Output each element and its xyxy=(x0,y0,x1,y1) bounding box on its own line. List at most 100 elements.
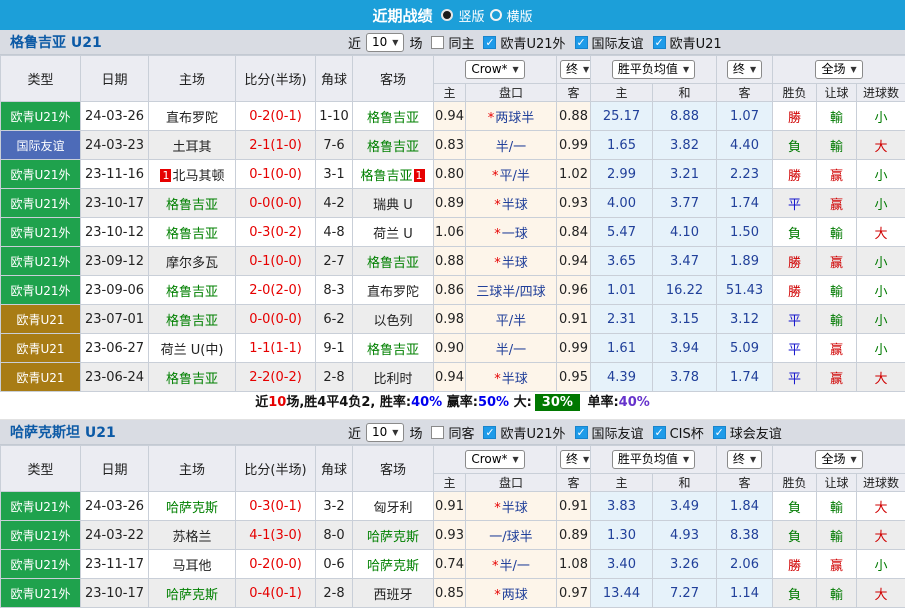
score: 0-3(0-2) xyxy=(236,218,316,247)
match-type-badge: 欧青U21外 xyxy=(1,276,81,305)
comp-label-1[interactable]: 国际友谊 xyxy=(592,33,644,52)
home-team: 格鲁吉亚 xyxy=(149,218,236,247)
match-type-badge: 欧青U21 xyxy=(1,363,81,392)
comp-checkbox-1[interactable]: ✓ xyxy=(575,426,588,439)
away-team: 荷兰 U xyxy=(353,218,434,247)
sub-col-away-odds: 客 xyxy=(557,474,591,492)
handicap: *半球 xyxy=(466,247,557,276)
mean-draw: 3.77 xyxy=(653,189,717,218)
scope-select[interactable]: 全场▼ xyxy=(815,450,862,469)
mean-lose: 51.43 xyxy=(717,276,773,305)
mean-draw: 3.78 xyxy=(653,363,717,392)
comp-checkbox-3[interactable]: ✓ xyxy=(713,426,726,439)
score: 0-1(0-0) xyxy=(236,160,316,189)
corner-score: 4-8 xyxy=(316,218,353,247)
wdl-mean-select[interactable]: 胜平负均值▼ xyxy=(612,450,695,469)
radio-vertical-label[interactable]: 竖版 xyxy=(458,6,484,25)
same-away-label[interactable]: 同客 xyxy=(448,423,474,442)
scope-select[interactable]: 全场▼ xyxy=(815,60,862,79)
red-card-icon: 1 xyxy=(414,169,425,182)
corner-score: 8-3 xyxy=(316,276,353,305)
corner-score: 2-7 xyxy=(316,247,353,276)
chevron-down-icon: ▼ xyxy=(750,452,756,467)
match-count-select[interactable]: 10▼ xyxy=(366,423,404,442)
chevron-down-icon: ▼ xyxy=(583,452,589,467)
wdl-final-select[interactable]: 终▼ xyxy=(727,60,762,79)
asterisk-icon: * xyxy=(494,227,501,242)
asterisk-icon: * xyxy=(494,501,501,516)
score: 0-0(0-0) xyxy=(236,189,316,218)
comp-checkbox-2[interactable]: ✓ xyxy=(653,426,666,439)
score: 0-2(0-1) xyxy=(236,102,316,131)
same-home-checkbox[interactable] xyxy=(431,36,444,49)
same-home-label[interactable]: 同主 xyxy=(448,33,474,52)
odds-final-select[interactable]: 终▼ xyxy=(560,60,591,79)
mean-draw: 7.27 xyxy=(653,579,717,608)
result-goals: 大 xyxy=(857,579,905,608)
same-away-checkbox[interactable] xyxy=(431,426,444,439)
mean-win: 2.99 xyxy=(591,160,653,189)
home-odds: 0.88 xyxy=(434,247,466,276)
radio-horizontal-label[interactable]: 横版 xyxy=(507,6,533,25)
mean-lose: 8.38 xyxy=(717,521,773,550)
comp-label-2[interactable]: 欧青U21 xyxy=(670,33,722,52)
wdl-mean-select[interactable]: 胜平负均值▼ xyxy=(612,60,695,79)
asterisk-icon: * xyxy=(494,198,501,213)
home-team: 格鲁吉亚 xyxy=(149,189,236,218)
score: 0-4(0-1) xyxy=(236,579,316,608)
match-row: 国际友谊24-03-23土耳其2-1(1-0)7-6格鲁吉亚0.83半/一0.9… xyxy=(1,131,905,160)
col-corner: 角球 xyxy=(316,56,353,102)
home-team: 荷兰 U(中) xyxy=(149,334,236,363)
away-team: 格鲁吉亚 xyxy=(353,247,434,276)
comp-label-0[interactable]: 欧青U21外 xyxy=(500,423,565,442)
comp-checkbox-0[interactable]: ✓ xyxy=(483,36,496,49)
home-team: 格鲁吉亚 xyxy=(149,305,236,334)
match-type-badge: 欧青U21 xyxy=(1,334,81,363)
match-type-badge: 欧青U21 xyxy=(1,305,81,334)
comp-label-2[interactable]: CIS杯 xyxy=(670,423,704,442)
home-team: 1北马其顿 xyxy=(149,160,236,189)
match-date: 23-10-17 xyxy=(81,189,149,218)
section-kazakhstan-u21: 哈萨克斯坦 U21 近 10▼ 场 同客 ✓ 欧青U21外 ✓ 国际友谊 ✓ C… xyxy=(0,420,905,608)
corner-score: 0-6 xyxy=(316,550,353,579)
corner-score: 6-2 xyxy=(316,305,353,334)
mean-win: 25.17 xyxy=(591,102,653,131)
sub-col-wdl: 胜负 xyxy=(773,84,817,102)
matches-table-georgia: 类型 日期 主场 比分(半场) 角球 客场 Crow*▼ 终▼ 胜平负均值▼ 终… xyxy=(0,55,905,392)
bookmaker-select[interactable]: Crow*▼ xyxy=(465,60,524,79)
match-count-select[interactable]: 10▼ xyxy=(366,33,404,52)
away-team: 格鲁吉亚1 xyxy=(353,160,434,189)
comp-label-1[interactable]: 国际友谊 xyxy=(592,423,644,442)
bookmaker-select[interactable]: Crow*▼ xyxy=(465,450,524,469)
match-row: 欧青U21外24-03-26直布罗陀0-2(0-1)1-10格鲁吉亚0.94*两… xyxy=(1,102,905,131)
radio-vertical-layout[interactable] xyxy=(441,9,453,21)
comp-checkbox-1[interactable]: ✓ xyxy=(575,36,588,49)
away-team: 格鲁吉亚 xyxy=(353,334,434,363)
comp-label-0[interactable]: 欧青U21外 xyxy=(500,33,565,52)
mean-lose: 1.84 xyxy=(717,492,773,521)
mean-win: 13.44 xyxy=(591,579,653,608)
score: 2-2(0-2) xyxy=(236,363,316,392)
sub-col-handicap: 盘口 xyxy=(466,474,557,492)
home-team: 直布罗陀 xyxy=(149,102,236,131)
col-corner: 角球 xyxy=(316,446,353,492)
asterisk-icon: * xyxy=(492,169,499,184)
comp-checkbox-0[interactable]: ✓ xyxy=(483,426,496,439)
home-team: 摩尔多瓦 xyxy=(149,247,236,276)
result-goals: 大 xyxy=(857,218,905,247)
mean-win: 1.30 xyxy=(591,521,653,550)
away-odds: 1.08 xyxy=(557,550,591,579)
match-date: 23-09-12 xyxy=(81,247,149,276)
topbar: 近期战绩 竖版 横版 xyxy=(0,0,905,30)
comp-label-3[interactable]: 球会友谊 xyxy=(730,423,782,442)
radio-horizontal-layout[interactable] xyxy=(490,9,502,21)
match-row: 欧青U2123-07-01格鲁吉亚0-0(0-0)6-2以色列0.98平/半0.… xyxy=(1,305,905,334)
odds-final-select[interactable]: 终▼ xyxy=(560,450,591,469)
wdl-final-select[interactable]: 终▼ xyxy=(727,450,762,469)
result-handicap: 赢 xyxy=(817,550,857,579)
record-summary: 近10场,胜4平4负2, 胜率:40% 赢率:50% 大:30% 单率:40% xyxy=(0,392,905,414)
comp-checkbox-2[interactable]: ✓ xyxy=(653,36,666,49)
result-handicap: 輸 xyxy=(817,218,857,247)
corner-score: 7-6 xyxy=(316,131,353,160)
away-team: 直布罗陀 xyxy=(353,276,434,305)
